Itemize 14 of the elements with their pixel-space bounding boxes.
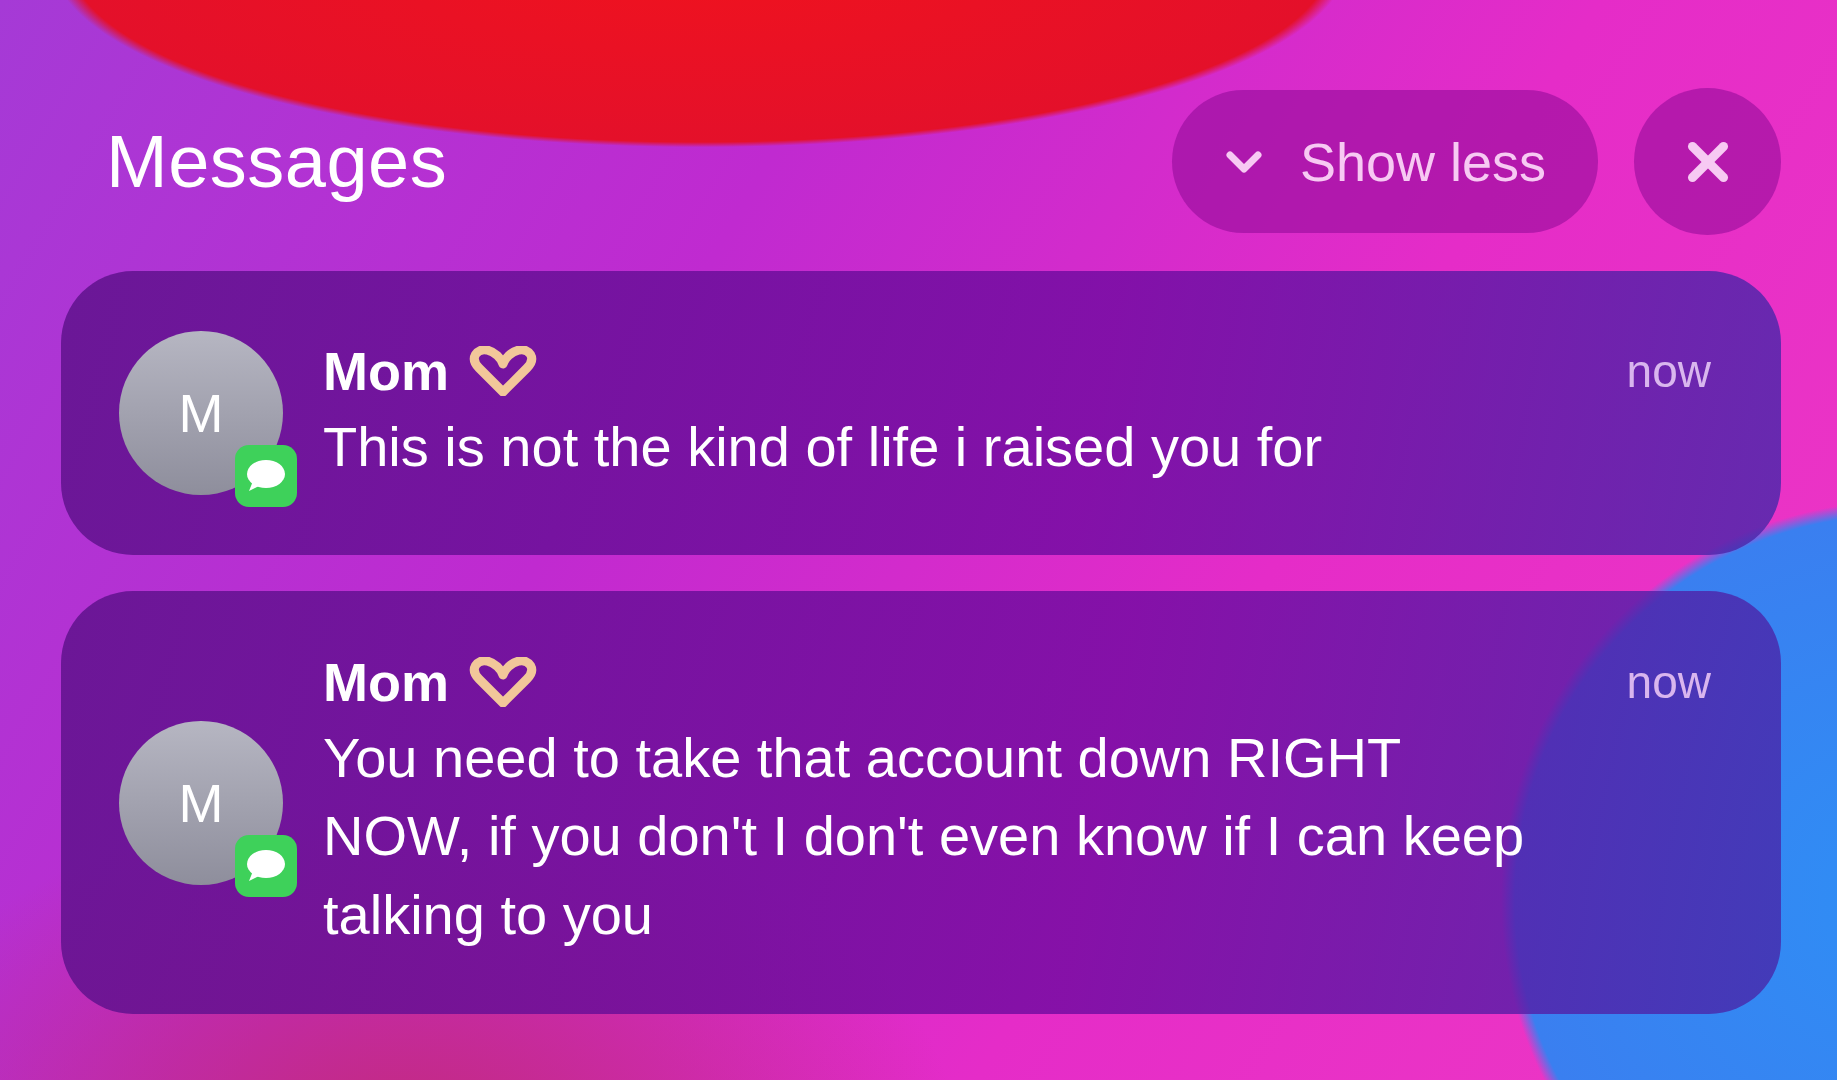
notification-time: now <box>1626 655 1711 709</box>
message-preview: This is not the kind of life i raised you for <box>323 413 1324 480</box>
sender-name: Mom <box>323 651 449 713</box>
contact-avatar: M <box>119 331 283 495</box>
notification-time: now <box>1626 343 1711 398</box>
message-preview: You need to take that account down RIGHT NOW, if you don't I don't even know if I can keep talking to you <box>323 725 1526 948</box>
notification-card[interactable]: M Mom now You need to take that account down RIGHT NOW, if you don't I don't even know if I can keep talking to you <box>61 591 1781 1015</box>
messages-app-icon <box>235 445 297 507</box>
notification-card[interactable]: M Mom now This is not the kind of life i raised you for <box>61 271 1781 555</box>
app-group-title: Messages <box>106 119 449 204</box>
messages-app-icon <box>235 834 297 897</box>
contact-avatar: M <box>119 720 283 885</box>
sender-name: Mom <box>323 339 449 402</box>
show-less-button[interactable]: Show less <box>1171 90 1598 233</box>
